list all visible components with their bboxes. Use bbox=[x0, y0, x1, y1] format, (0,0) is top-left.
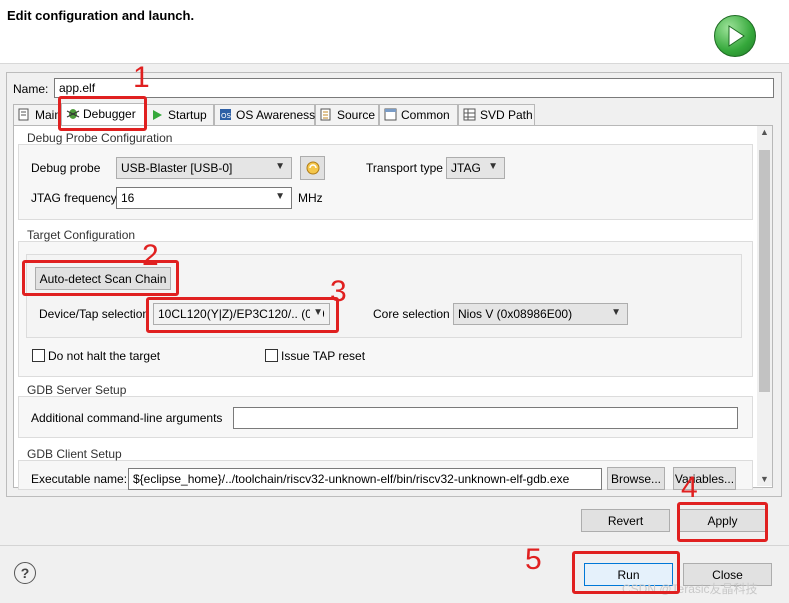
tab-source[interactable]: Source bbox=[315, 104, 379, 126]
jtag-frequency-value: 16 bbox=[121, 191, 135, 205]
name-field[interactable]: app.elf bbox=[54, 78, 774, 98]
separator bbox=[0, 545, 789, 546]
core-selection-value: Nios V (0x08986E00) bbox=[458, 307, 573, 321]
debug-probe-label: Debug probe bbox=[31, 161, 101, 175]
refresh-icon bbox=[306, 161, 319, 175]
transport-type-label: Transport type bbox=[366, 161, 443, 175]
executable-name-input[interactable]: ${eclipse_home}/../toolchain/riscv32-unk… bbox=[128, 468, 602, 490]
tab-label: SVD Path bbox=[480, 108, 533, 122]
name-label: Name: bbox=[13, 82, 49, 96]
refresh-probes-button[interactable] bbox=[300, 156, 325, 180]
chevron-down-icon: ▼ bbox=[488, 161, 498, 172]
annotation-box-5 bbox=[572, 551, 680, 594]
debug-probe-select[interactable]: USB-Blaster [USB-0] ▼ bbox=[116, 157, 292, 179]
tab-common[interactable]: Common bbox=[379, 104, 458, 126]
scroll-down-icon[interactable]: ▼ bbox=[760, 474, 769, 484]
gdb-client-group-title: GDB Client Setup bbox=[27, 447, 122, 461]
browse-button[interactable]: Browse... bbox=[607, 467, 665, 490]
annotation-box-1 bbox=[58, 96, 147, 131]
annotation-number-1: 1 bbox=[133, 61, 150, 94]
tab-main[interactable]: Main bbox=[13, 104, 61, 126]
chevron-down-icon: ▼ bbox=[275, 161, 285, 172]
target-config-group-title: Target Configuration bbox=[27, 228, 136, 242]
svg-text:OS: OS bbox=[221, 112, 232, 120]
executable-name-label: Executable name: bbox=[31, 472, 128, 486]
help-icon[interactable]: ? bbox=[14, 562, 36, 584]
core-selection-label: Core selection bbox=[373, 307, 450, 321]
issue-tap-reset-checkbox[interactable] bbox=[265, 349, 278, 362]
jtag-frequency-select[interactable]: 16 ▼ bbox=[116, 187, 292, 209]
tab-svd-path[interactable]: SVD Path bbox=[458, 104, 535, 126]
revert-button[interactable]: Revert bbox=[581, 509, 670, 532]
debug-probe-value: USB-Blaster [USB-0] bbox=[121, 161, 233, 175]
no-halt-checkbox[interactable] bbox=[32, 349, 45, 362]
issue-tap-reset-label: Issue TAP reset bbox=[281, 349, 366, 363]
annotation-number-4: 4 bbox=[681, 471, 698, 504]
os-icon: OS bbox=[219, 108, 233, 121]
source-icon bbox=[320, 108, 334, 121]
run-launch-icon bbox=[714, 15, 756, 57]
tab-startup[interactable]: Startup bbox=[146, 104, 214, 126]
additional-args-input[interactable] bbox=[233, 407, 738, 429]
jtag-frequency-label: JTAG frequency bbox=[31, 191, 117, 205]
annotation-box-4 bbox=[677, 502, 768, 542]
debug-probe-group-title: Debug Probe Configuration bbox=[27, 131, 173, 145]
core-selection-select[interactable]: Nios V (0x08986E00) ▼ bbox=[453, 303, 628, 325]
chevron-down-icon: ▼ bbox=[611, 307, 621, 318]
dialog-title: Edit configuration and launch. bbox=[7, 8, 195, 23]
tab-label: Common bbox=[401, 108, 450, 122]
annotation-number-5: 5 bbox=[525, 543, 542, 576]
scrollbar-thumb[interactable] bbox=[759, 150, 770, 392]
no-halt-label: Do not halt the target bbox=[48, 349, 161, 363]
main-tab-icon bbox=[18, 108, 32, 121]
mhz-unit-label: MHz bbox=[298, 191, 323, 205]
tab-label: Source bbox=[337, 108, 376, 122]
gdb-server-group-title: GDB Server Setup bbox=[27, 383, 127, 397]
tab-label: OS Awareness bbox=[236, 108, 316, 122]
transport-type-value: JTAG bbox=[451, 161, 481, 175]
annotation-number-2: 2 bbox=[142, 239, 159, 272]
annotation-box-3 bbox=[146, 297, 339, 333]
transport-type-select[interactable]: JTAG ▼ bbox=[446, 157, 505, 179]
tab-os-awareness[interactable]: OS OS Awareness bbox=[214, 104, 315, 126]
play-icon bbox=[151, 108, 165, 121]
device-tap-label: Device/Tap selection bbox=[39, 307, 150, 321]
annotation-number-3: 3 bbox=[330, 275, 347, 308]
common-icon bbox=[384, 108, 398, 121]
svd-icon bbox=[463, 108, 477, 121]
scroll-up-icon[interactable]: ▲ bbox=[760, 127, 769, 137]
additional-args-label: Additional command-line arguments bbox=[31, 411, 223, 425]
chevron-down-icon: ▼ bbox=[275, 191, 285, 202]
tab-label: Startup bbox=[168, 108, 207, 122]
